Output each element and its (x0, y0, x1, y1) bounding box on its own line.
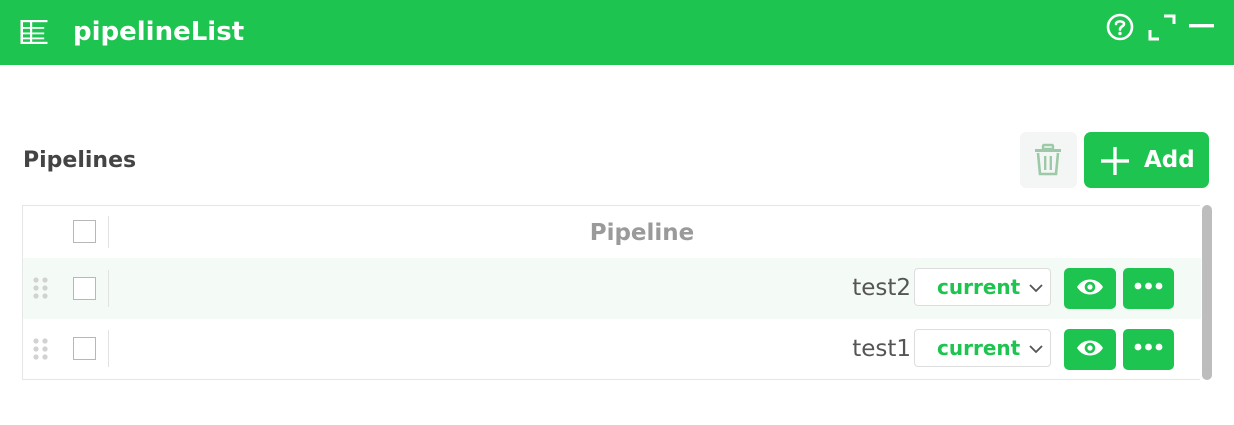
version-select-value: current (937, 275, 1021, 299)
more-options-button[interactable] (1123, 268, 1174, 309)
select-all-checkbox[interactable] (73, 220, 96, 243)
expand-icon[interactable] (1146, 12, 1178, 42)
pipelines-table: Pipeline test2 current test1 current (22, 205, 1201, 380)
section-title: Pipelines (23, 148, 137, 173)
table-scrollbar[interactable] (1202, 205, 1212, 380)
pipeline-name: test1 (852, 336, 911, 362)
pipeline-name: test2 (852, 275, 911, 301)
eye-icon (1077, 279, 1103, 295)
version-select-value: current (937, 336, 1021, 360)
more-horizontal-icon (1134, 343, 1163, 351)
add-button[interactable]: Add (1084, 132, 1209, 188)
version-select[interactable]: current (914, 268, 1051, 306)
more-options-button[interactable] (1123, 329, 1174, 370)
column-divider (108, 330, 109, 367)
trash-icon (1035, 143, 1061, 176)
version-select[interactable]: current (914, 329, 1051, 367)
add-button-label: Add (1144, 147, 1195, 173)
window-title: pipelineList (73, 17, 245, 47)
column-divider (108, 270, 109, 307)
table-row[interactable]: test1 current (23, 319, 1201, 380)
drag-handle-icon[interactable] (31, 337, 51, 363)
view-button[interactable] (1064, 329, 1116, 370)
chevron-down-icon (1029, 345, 1043, 354)
more-horizontal-icon (1134, 282, 1163, 290)
view-button[interactable] (1064, 268, 1116, 309)
table-row[interactable]: test2 current (23, 258, 1201, 319)
row-checkbox[interactable] (73, 277, 96, 300)
table-header: Pipeline (23, 206, 1201, 258)
delete-button[interactable] (1020, 132, 1077, 188)
title-bar: pipelineList (0, 0, 1234, 65)
row-checkbox[interactable] (73, 337, 96, 360)
eye-icon (1077, 340, 1103, 356)
column-header-pipeline: Pipeline (589, 220, 695, 246)
minimize-icon[interactable] (1186, 12, 1216, 42)
table-columns-icon (20, 20, 48, 44)
help-circle-icon[interactable] (1105, 12, 1135, 42)
drag-handle-icon[interactable] (31, 276, 51, 302)
chevron-down-icon (1029, 284, 1043, 293)
plus-icon (1101, 147, 1129, 175)
